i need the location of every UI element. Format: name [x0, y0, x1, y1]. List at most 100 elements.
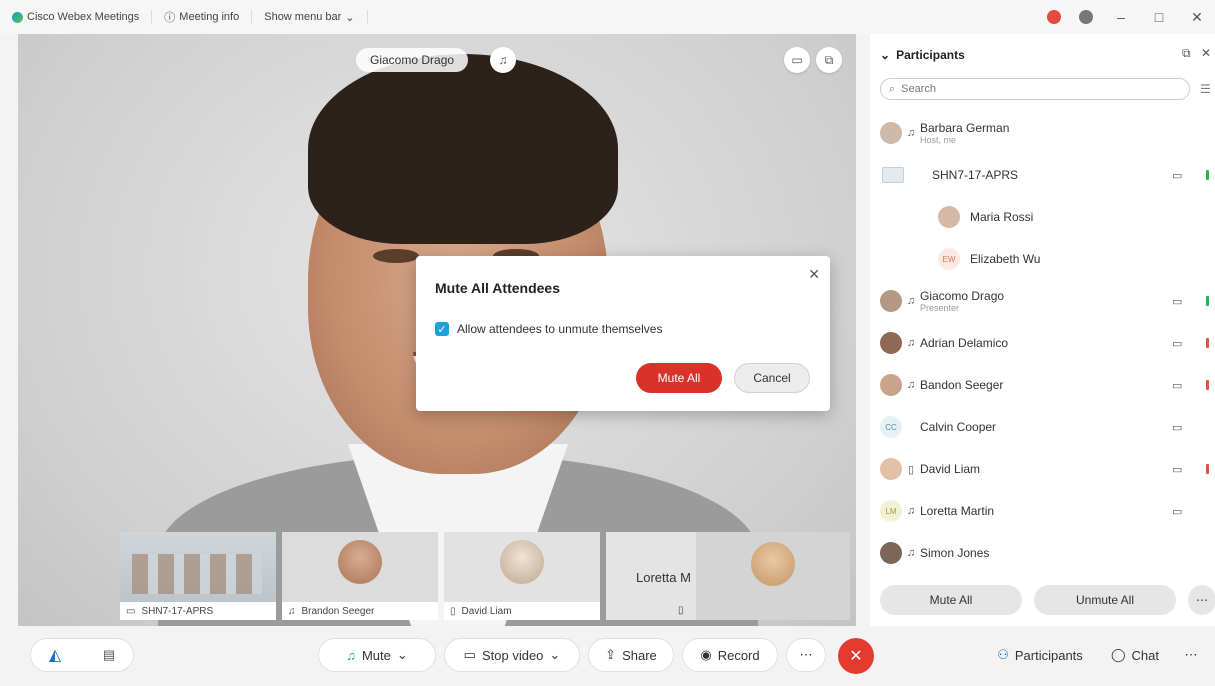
chevron-down-icon: ⌄ [396, 647, 408, 662]
audio-level-icon [1206, 170, 1209, 180]
checkbox-label: Allow attendees to unmute themselves [457, 322, 663, 336]
show-menu-bar-button[interactable]: Show menu bar ⌄ [252, 10, 368, 24]
list-item[interactable]: ♫ Barbara German Host, me [870, 112, 1215, 154]
record-icon: ◉ [700, 647, 712, 662]
chevron-down-icon: ⌄ [549, 647, 561, 662]
thumbnail-strip: ▭ SHN7-17-APRS ♫ Brandon Seeger ▯ David … [120, 532, 850, 620]
meeting-controls: ◭ ▤ ♫ Mute ⌄ ▭ Stop video ⌄ ⇪ Share ◉ Re… [0, 626, 1215, 686]
thumbnail-name: Loretta M [636, 570, 691, 585]
list-item[interactable]: ♫ Giacomo Drago Presenter ▭ [870, 280, 1215, 322]
list-item[interactable]: Maria Rossi [870, 196, 1215, 238]
stop-video-button[interactable]: ▭ Stop video ⌄ [444, 638, 580, 672]
list-item[interactable]: CC Calvin Cooper ▭ [870, 406, 1215, 448]
captions-icon[interactable]: ▤ [103, 647, 115, 663]
search-placeholder: Search [901, 83, 937, 95]
video-icon: ▭ [1172, 505, 1183, 518]
dialog-title: Mute All Attendees [435, 280, 560, 296]
muted-icon [1206, 338, 1209, 348]
meeting-info-label: Meeting info [179, 11, 240, 23]
avatar [880, 374, 902, 396]
list-item[interactable]: SHN7-17-APRS ▭ [870, 154, 1215, 196]
allow-unmute-checkbox[interactable]: ✓ Allow attendees to unmute themselves [435, 322, 662, 336]
pop-out-icon[interactable]: ⧉ [816, 47, 842, 73]
share-button[interactable]: ⇪ Share [588, 638, 674, 672]
avatar [880, 458, 902, 480]
close-icon[interactable]: ✕ [808, 266, 820, 283]
mute-all-button[interactable]: Mute All [636, 363, 722, 393]
meeting-info-button[interactable]: ⓘ Meeting info [152, 10, 253, 24]
list-item[interactable]: ♫ Adrian Delamico ▭ [870, 322, 1215, 364]
chevron-down-icon: ⌄ [345, 11, 355, 24]
thumbnail-loretta[interactable]: Loretta M ▯ [606, 532, 850, 620]
thumbnail-brandon[interactable]: ♫ Brandon Seeger [282, 532, 438, 620]
avatar [338, 540, 382, 584]
list-item[interactable]: ♫ Bandon Seeger ▭ [870, 364, 1215, 406]
participants-panel: ⌄ Participants ⧉ ✕ ⌕ Search ☰ ♫ Barbara … [870, 34, 1215, 626]
participant-search-input[interactable]: ⌕ Search [880, 78, 1190, 100]
audio-level-icon [1206, 296, 1209, 306]
close-icon[interactable]: ✕ [1187, 9, 1207, 26]
mic-icon: ♫ [906, 127, 916, 139]
participants-button[interactable]: ⚇ Participants [986, 638, 1094, 672]
end-meeting-button[interactable]: ✕ [838, 638, 874, 674]
video-icon: ▭ [1172, 337, 1183, 350]
avatar [751, 542, 795, 586]
device-icon: ▭ [126, 605, 136, 617]
list-item[interactable]: EW Elizabeth Wu [870, 238, 1215, 280]
info-icon: ⓘ [164, 12, 176, 24]
video-icon: ▭ [1172, 169, 1183, 182]
left-controls: ◭ ▤ [30, 638, 134, 672]
webex-logo-icon [12, 11, 23, 23]
participants-panel-header[interactable]: ⌄ Participants [880, 48, 965, 62]
avatar [880, 332, 902, 354]
video-icon: ▭ [1172, 421, 1183, 434]
muted-icon [1206, 464, 1209, 474]
participants-icon: ⚇ [997, 647, 1009, 662]
minimize-icon[interactable]: – [1111, 9, 1131, 25]
thumbnail-david[interactable]: ▯ David Liam [444, 532, 600, 620]
active-speaker-name: Giacomo Drago [356, 48, 469, 72]
mute-all-dialog: ✕ Mute All Attendees ✓ Allow attendees t… [416, 256, 830, 411]
app-name: Cisco Webex Meetings [27, 11, 140, 23]
video-icon: ▭ [463, 647, 476, 662]
pop-out-icon[interactable]: ⧉ [1182, 46, 1191, 61]
cancel-button[interactable]: Cancel [734, 363, 810, 393]
phone-icon: ▯ [678, 605, 684, 616]
list-item[interactable]: ▯ David Liam ▭ [870, 448, 1215, 490]
avatar: EW [938, 248, 960, 270]
unmute-all-button[interactable]: Unmute All [1034, 585, 1176, 615]
speaker-mic-icon: ♫ [490, 47, 516, 73]
more-options-icon[interactable]: ⋯ [786, 638, 826, 672]
mic-icon: ♫ [906, 505, 916, 517]
mute-button[interactable]: ♫ Mute ⌄ [318, 638, 436, 672]
search-icon: ⌕ [889, 82, 896, 95]
share-icon: ⇪ [605, 647, 617, 662]
checkbox-check-icon[interactable]: ✓ [435, 322, 449, 336]
mute-all-footer-button[interactable]: Mute All [880, 585, 1022, 615]
record-button[interactable]: ◉ Record [682, 638, 778, 672]
sort-icon[interactable]: ☰ [1200, 82, 1211, 96]
muted-icon [1206, 380, 1209, 390]
mic-icon: ♫ [288, 605, 296, 617]
avatar [880, 122, 902, 144]
maximize-icon[interactable]: □ [1149, 9, 1169, 25]
layout-icon[interactable]: ▭ [784, 47, 810, 73]
thumbnail-room[interactable]: ▭ SHN7-17-APRS [120, 532, 276, 620]
close-icon[interactable]: ✕ [1201, 46, 1211, 60]
mic-icon: ♫ [906, 379, 916, 391]
mic-icon: ♫ [906, 547, 916, 559]
video-icon: ▭ [1172, 379, 1183, 392]
chat-button[interactable]: ◯ Chat [1100, 638, 1170, 672]
video-icon: ▭ [1172, 295, 1183, 308]
list-item[interactable]: ♫ Simon Jones [870, 532, 1215, 574]
more-options-icon[interactable]: ⋯ [1176, 638, 1206, 672]
more-options-icon[interactable]: ⋯ [1188, 585, 1215, 615]
avatar [500, 540, 544, 584]
profile-avatar[interactable] [1079, 10, 1093, 24]
device-icon [882, 167, 904, 183]
webex-assistant-icon[interactable]: ◭ [49, 645, 61, 665]
list-item[interactable]: LM ♫ Loretta Martin ▭ [870, 490, 1215, 532]
recording-status-icon[interactable] [1047, 10, 1061, 24]
mic-icon: ♫ [906, 337, 916, 349]
avatar: CC [880, 416, 902, 438]
